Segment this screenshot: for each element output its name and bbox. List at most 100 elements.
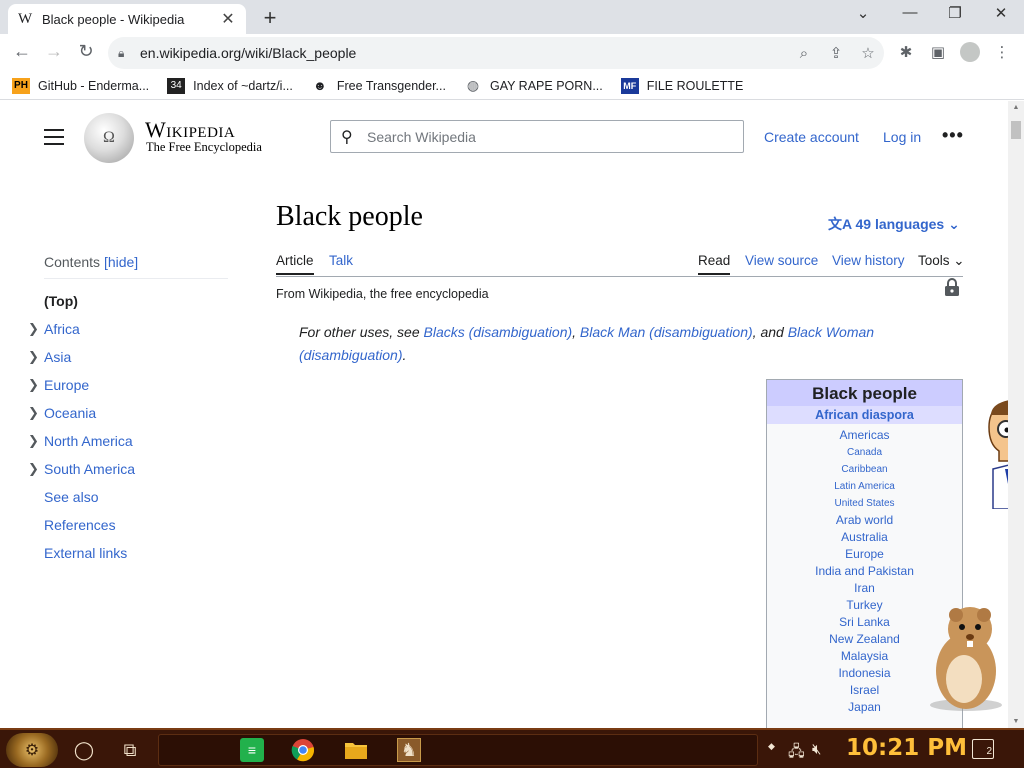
cartoon-character-icon[interactable]: [987, 399, 1008, 509]
toc-heading-label: Contents: [44, 254, 101, 270]
chevron-right-icon[interactable]: ❯: [28, 399, 39, 427]
chevron-right-icon[interactable]: ❯: [28, 343, 39, 371]
tab-view-history[interactable]: View history: [832, 253, 905, 268]
toc-item[interactable]: See also: [44, 483, 228, 511]
bookmark-label: Index of ~dartz/i...: [193, 78, 293, 93]
forward-icon[interactable]: →: [42, 41, 66, 62]
menu-kebab-icon[interactable]: ⋮: [990, 43, 1014, 61]
file-explorer-icon[interactable]: [344, 738, 368, 762]
clock[interactable]: 10:21 PM: [846, 735, 967, 761]
tab-talk[interactable]: Talk: [329, 253, 353, 268]
languages-button[interactable]: 文A 49 languages ⌄: [828, 214, 960, 234]
address-bar[interactable]: 🔒︎ en.wikipedia.org/wiki/Black_people ⌕ …: [108, 37, 884, 69]
bookmark-label: GitHub - Enderma...: [38, 78, 150, 93]
bookmark-item[interactable]: ◍ GAY RAPE PORN...: [464, 77, 603, 94]
infobox-link[interactable]: Europe: [767, 546, 962, 563]
notes-app-icon[interactable]: ≡: [240, 738, 264, 762]
scrollbar-thumb[interactable]: [1011, 121, 1021, 139]
extensions-puzzle-icon[interactable]: ✱: [894, 43, 918, 61]
chevron-right-icon[interactable]: ❯: [28, 427, 39, 455]
reload-icon[interactable]: ↻: [74, 41, 98, 62]
start-button[interactable]: ⚙: [6, 733, 58, 767]
tabs-divider: [276, 276, 963, 277]
tab-search-chevron-icon[interactable]: ⌄: [843, 4, 883, 22]
chevron-right-icon[interactable]: ❯: [28, 371, 39, 399]
infobox-link[interactable]: India and Pakistan: [767, 563, 962, 580]
toc-item-label: External links: [44, 545, 128, 561]
browser-tab[interactable]: W Black people - Wikipedia ✕: [8, 4, 246, 34]
search-input[interactable]: ⚲ Search Wikipedia: [330, 120, 744, 153]
infobox-link[interactable]: Caribbean: [767, 461, 962, 478]
toc-hide-link[interactable]: [hide]: [104, 254, 138, 270]
scroll-up-icon[interactable]: ▲: [1008, 104, 1024, 111]
tab-read[interactable]: Read: [698, 253, 731, 275]
close-window-icon[interactable]: ✕: [981, 4, 1021, 22]
infobox-link[interactable]: Arab world: [767, 512, 962, 529]
chevron-right-icon[interactable]: ❯: [28, 315, 39, 343]
volume-muted-icon[interactable]: 🔇︎: [812, 741, 821, 758]
protection-lock-icon[interactable]: [944, 277, 960, 297]
notification-center-icon[interactable]: 2: [972, 739, 994, 759]
infobox-subtitle-link[interactable]: African diaspora: [767, 406, 962, 424]
zoom-search-icon[interactable]: ⌕: [788, 45, 820, 62]
infobox-link[interactable]: Latin America: [767, 478, 962, 495]
bookmark-star-icon[interactable]: ☆: [852, 44, 884, 62]
toc-item[interactable]: External links: [44, 539, 228, 567]
restore-icon[interactable]: ❐: [935, 4, 975, 22]
toc-item-label: See also: [44, 489, 99, 505]
search-circle-icon[interactable]: ◯: [72, 738, 96, 762]
bookmark-item[interactable]: 34 Index of ~dartz/i...: [167, 77, 293, 94]
tab-view-source[interactable]: View source: [745, 253, 818, 268]
url-text[interactable]: en.wikipedia.org/wiki/Black_people: [140, 45, 788, 61]
toc-item[interactable]: ❯ North America: [28, 427, 228, 455]
toc-item[interactable]: ❯ Oceania: [28, 399, 228, 427]
bookmark-item[interactable]: PH GitHub - Enderma...: [12, 77, 150, 94]
tools-label: Tools: [918, 253, 950, 268]
toc-item-label: (Top): [44, 293, 78, 309]
infobox-link[interactable]: Canada: [767, 444, 962, 461]
chevron-right-icon[interactable]: ❯: [28, 455, 39, 483]
notification-count: 2: [986, 746, 992, 757]
lock-icon[interactable]: 🔒︎: [118, 46, 140, 61]
chrome-icon[interactable]: [291, 738, 315, 762]
infobox-link[interactable]: Iran: [767, 580, 962, 597]
log-in-link[interactable]: Log in: [883, 129, 921, 145]
main-menu-hamburger-icon[interactable]: [44, 129, 64, 150]
hatnote-link[interactable]: Black Man (disambiguation): [580, 324, 753, 340]
minimize-icon[interactable]: —: [890, 4, 930, 21]
profile-avatar-icon[interactable]: [960, 42, 980, 62]
hatnote-link[interactable]: Blacks (disambiguation): [424, 324, 573, 340]
chevron-down-icon: ⌄: [948, 216, 960, 232]
create-account-link[interactable]: Create account: [764, 129, 859, 145]
back-icon[interactable]: ←: [10, 41, 34, 62]
infobox-link[interactable]: United States: [767, 495, 962, 512]
page-scrollbar[interactable]: ▲ ▼: [1008, 101, 1024, 728]
infobox-title: Black people: [767, 380, 962, 406]
bookmark-item[interactable]: MF FILE ROULETTE: [620, 77, 743, 94]
toc-item[interactable]: ❯ South America: [28, 455, 228, 483]
personal-tools-more-icon[interactable]: •••: [942, 125, 964, 146]
tray-chevron-icon[interactable]: ◆: [768, 741, 775, 752]
network-icon[interactable]: 🖧︎: [788, 741, 805, 766]
wikipedia-globe-logo[interactable]: Ω: [84, 113, 134, 163]
toc-item[interactable]: References: [44, 511, 228, 539]
page-title: Black people: [276, 201, 423, 232]
scroll-down-icon[interactable]: ▼: [1008, 718, 1024, 725]
close-tab-icon[interactable]: ✕: [220, 9, 236, 29]
side-panel-icon[interactable]: ▣: [926, 43, 950, 61]
hamster-character-icon[interactable]: [918, 601, 1008, 713]
toc-item[interactable]: ❯ Europe: [28, 371, 228, 399]
task-view-icon[interactable]: ⧉: [118, 738, 142, 762]
toc-item[interactable]: ❯ Asia: [28, 343, 228, 371]
new-tab-icon[interactable]: +: [258, 5, 282, 31]
tools-menu[interactable]: Tools ⌄: [918, 253, 965, 269]
infobox-link[interactable]: Australia: [767, 529, 962, 546]
share-icon[interactable]: ⇪: [820, 44, 852, 62]
tab-article[interactable]: Article: [276, 253, 314, 275]
toc-heading: Contents [hide]: [44, 254, 228, 279]
bookmark-item[interactable]: ☻ Free Transgender...: [311, 78, 446, 94]
infobox-link[interactable]: Americas: [767, 427, 962, 444]
toc-item[interactable]: (Top): [44, 287, 228, 315]
toc-item[interactable]: ❯ Africa: [28, 315, 228, 343]
game-app-icon[interactable]: ♞: [397, 738, 421, 762]
